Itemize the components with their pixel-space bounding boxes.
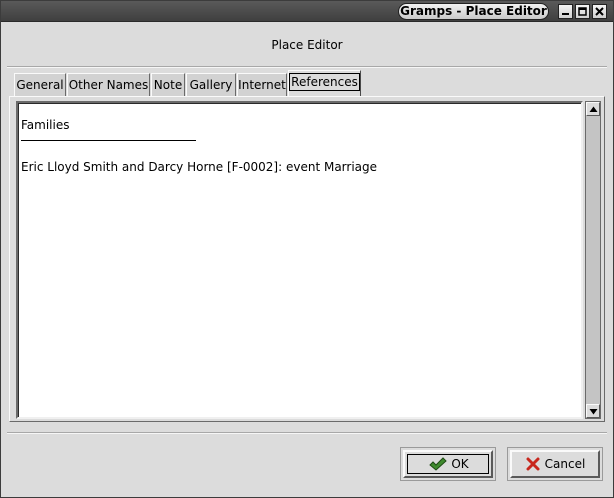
families-section-title: Families (21, 118, 70, 132)
tab-label: Internet (238, 78, 286, 92)
title-bar[interactable]: Gramps - Place Editor (1, 1, 613, 22)
close-icon (595, 7, 604, 16)
tab-other-names[interactable]: Other Names (67, 73, 150, 97)
vertical-scrollbar[interactable] (585, 101, 601, 419)
place-editor-window: Gramps - Place Editor Place Editor Gener… (0, 0, 614, 498)
tab-note[interactable]: Note (151, 73, 185, 97)
tab-references[interactable]: References (288, 70, 361, 97)
minimize-icon (562, 13, 569, 15)
top-separator (7, 66, 607, 68)
cancel-button-frame: Cancel (507, 447, 603, 481)
scroll-down-button[interactable] (586, 404, 600, 418)
minimize-button[interactable] (558, 4, 573, 19)
cancel-button[interactable]: Cancel (510, 450, 600, 478)
cancel-x-icon (526, 457, 540, 471)
tab-label: References (289, 73, 360, 91)
section-underline (21, 140, 196, 141)
ok-button-label: OK (451, 457, 469, 471)
tab-label: Note (153, 78, 183, 92)
scroll-up-button[interactable] (586, 102, 600, 116)
bottom-separator (7, 432, 607, 434)
ok-button-frame: OK (400, 447, 496, 481)
tab-general[interactable]: General (14, 73, 66, 97)
arrow-up-icon (589, 106, 598, 112)
tab-internet[interactable]: Internet (237, 73, 287, 97)
dialog-heading: Place Editor (271, 38, 343, 52)
window-title: Gramps - Place Editor (398, 3, 549, 20)
maximize-button[interactable] (575, 4, 590, 19)
reference-item: Eric Lloyd Smith and Darcy Horne [F-0002… (21, 160, 378, 174)
tab-gallery[interactable]: Gallery (186, 73, 236, 97)
references-panel: Families Eric Lloyd Smith and Darcy Horn… (9, 96, 605, 422)
references-text-area[interactable]: Families Eric Lloyd Smith and Darcy Horn… (16, 101, 583, 419)
tab-label: Gallery (189, 78, 233, 92)
maximize-icon (578, 7, 587, 16)
ok-button[interactable]: OK (403, 450, 493, 478)
tab-label: Other Names (68, 78, 149, 92)
dialog-body: Place Editor General Other Names Note Ga… (7, 23, 607, 493)
cancel-button-label: Cancel (544, 457, 586, 471)
close-button[interactable] (592, 4, 607, 19)
ok-check-icon (429, 457, 448, 471)
arrow-down-icon (589, 409, 598, 415)
tab-label: General (16, 78, 64, 92)
